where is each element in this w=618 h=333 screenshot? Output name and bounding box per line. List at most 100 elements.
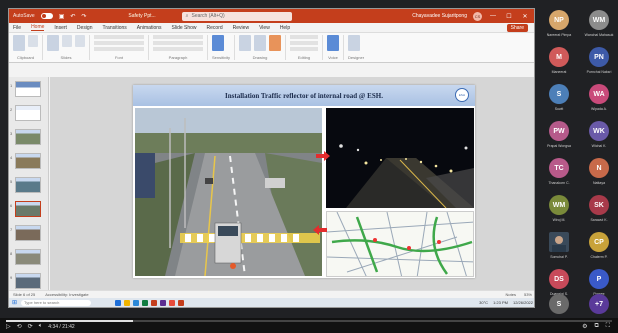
participant-tile[interactable]: N Nattaya: [580, 156, 618, 192]
select-button[interactable]: [290, 47, 319, 51]
participant-tile[interactable]: PW Prapai Wongsa: [540, 119, 578, 155]
taskbar-search[interactable]: Type here to search: [21, 299, 92, 306]
tab-animations[interactable]: Animations: [137, 25, 162, 31]
tab-design[interactable]: Design: [77, 25, 93, 31]
taskbar-app-icon[interactable]: [133, 299, 140, 306]
slide-thumbnail[interactable]: [15, 105, 41, 121]
slide-thumbnail[interactable]: [15, 129, 41, 145]
designer-icon[interactable]: [348, 35, 361, 51]
avatar: WM: [589, 10, 609, 30]
volume-icon[interactable]: 🔈︎: [39, 323, 43, 330]
accessibility-status[interactable]: Accessibility: Investigate: [45, 292, 88, 297]
rewind-icon[interactable]: ⟲: [17, 323, 22, 330]
font-color-buttons[interactable]: [94, 47, 144, 51]
slide-thumbnail[interactable]: [15, 177, 41, 193]
tab-transitions[interactable]: Transitions: [103, 25, 127, 31]
paste-icon[interactable]: [13, 35, 25, 51]
redo-icon[interactable]: ↷: [81, 13, 86, 20]
search-box[interactable]: ⌕ Search (Alt+Q): [181, 11, 292, 21]
participant-tile[interactable]: Somchai P.: [540, 230, 578, 266]
participant-tile[interactable]: WK Wichai K.: [580, 119, 618, 155]
more-participants-tile[interactable]: +7: [580, 292, 618, 318]
undo-icon[interactable]: ↶: [70, 13, 75, 20]
avatar: M: [549, 47, 569, 67]
font-format-buttons[interactable]: [94, 41, 144, 45]
participant-tile[interactable]: CP Chalerm P.: [580, 230, 618, 266]
align-buttons[interactable]: [153, 41, 203, 45]
settings-icon[interactable]: ⚙: [582, 323, 587, 330]
taskbar-app-icon[interactable]: [142, 299, 149, 306]
tab-slide-show[interactable]: Slide Show: [172, 25, 197, 31]
font-name-dropdown[interactable]: [94, 35, 144, 39]
participant-tile[interactable]: PN Pornchai Naksri: [580, 45, 618, 81]
participant-name: Nattaya: [592, 181, 606, 185]
participant-tile[interactable]: WA Wipada A.: [580, 82, 618, 118]
weather-label[interactable]: 30°C: [479, 300, 488, 305]
tab-file[interactable]: File: [13, 25, 21, 31]
slide-thumbnail[interactable]: [15, 273, 41, 289]
zoom-level[interactable]: 53%: [524, 292, 532, 297]
play-icon[interactable]: ▷: [6, 323, 11, 330]
close-button[interactable]: ✕: [520, 13, 530, 20]
fullscreen-icon[interactable]: ⛶: [606, 323, 610, 330]
video-progress-bar[interactable]: [6, 320, 612, 322]
slide-thumbnail[interactable]: [15, 153, 41, 169]
participant-tile[interactable]: M Maneerat: [540, 45, 578, 81]
thumb-number: 5: [10, 179, 13, 184]
cut-icon[interactable]: [28, 35, 38, 47]
autosave-toggle[interactable]: [40, 13, 53, 19]
slide-thumbnail[interactable]: [15, 225, 41, 241]
save-icon[interactable]: ▣: [59, 13, 65, 20]
taskbar-app-icon[interactable]: [169, 299, 176, 306]
share-button[interactable]: Share: [506, 23, 528, 32]
arrow-left-icon: [313, 225, 327, 235]
taskbar-app-icon[interactable]: [160, 299, 167, 306]
slide-thumbnail-selected[interactable]: [15, 201, 41, 217]
windows-start-icon[interactable]: ⊞: [12, 299, 17, 306]
participant-name: Thanakorn C.: [548, 181, 570, 185]
participant-tile[interactable]: S: [540, 292, 578, 318]
shapes-icon[interactable]: [239, 35, 252, 51]
minimize-button[interactable]: —: [488, 13, 498, 19]
user-avatar[interactable]: CS: [473, 11, 482, 21]
tab-insert[interactable]: Insert: [54, 25, 67, 31]
new-slide-icon[interactable]: [47, 35, 59, 51]
tab-help[interactable]: Help: [280, 25, 290, 31]
taskbar-app-icon[interactable]: [178, 299, 185, 306]
tab-view[interactable]: View: [259, 25, 270, 31]
replace-button[interactable]: [290, 41, 319, 45]
participant-name: Maneerat: [551, 70, 567, 74]
tab-review[interactable]: Review: [233, 25, 249, 31]
text-direction-buttons[interactable]: [153, 47, 203, 51]
participant-tile[interactable]: WM Wanchai Mahasuk: [580, 8, 618, 44]
participant-tile[interactable]: SK Sarawut K.: [580, 193, 618, 229]
participant-tile[interactable]: TC Thanakorn C.: [540, 156, 578, 192]
reuse-slides-icon[interactable]: [62, 35, 72, 47]
group-label: Editing: [297, 55, 311, 60]
participant-tile[interactable]: NP Nareerat Pimpa: [540, 8, 578, 44]
clock-date[interactable]: 12/26/2022: [513, 300, 533, 305]
clock-time[interactable]: 1:23 PM: [493, 300, 508, 305]
ribbon-group-slides: Slides: [47, 35, 90, 60]
pip-icon[interactable]: ⧉: [595, 323, 599, 330]
taskbar-app-icon[interactable]: [124, 299, 131, 306]
notes-button[interactable]: Notes: [506, 292, 516, 297]
taskbar-app-icon[interactable]: [115, 299, 122, 306]
tab-home[interactable]: Home: [31, 24, 45, 31]
tab-record[interactable]: Record: [207, 25, 223, 31]
list-buttons[interactable]: [153, 35, 203, 39]
find-button[interactable]: [290, 35, 319, 39]
slide-thumbnail[interactable]: [15, 81, 41, 97]
slide-thumbnail[interactable]: [15, 249, 41, 265]
participant-tile[interactable]: S Suwit: [540, 82, 578, 118]
layout-icon[interactable]: [75, 35, 85, 47]
sensitivity-icon[interactable]: [212, 35, 224, 51]
dictate-icon[interactable]: [327, 35, 340, 51]
participant-tile[interactable]: WM Wiroj M.: [540, 193, 578, 229]
quick-styles-icon[interactable]: [269, 35, 282, 51]
forward-icon[interactable]: ⟳: [28, 323, 33, 330]
maximize-button[interactable]: ☐: [504, 13, 514, 20]
arrange-icon[interactable]: [254, 35, 267, 51]
current-slide[interactable]: Installation Traffic reflector of intern…: [133, 85, 475, 278]
taskbar-app-icon[interactable]: [151, 299, 158, 306]
